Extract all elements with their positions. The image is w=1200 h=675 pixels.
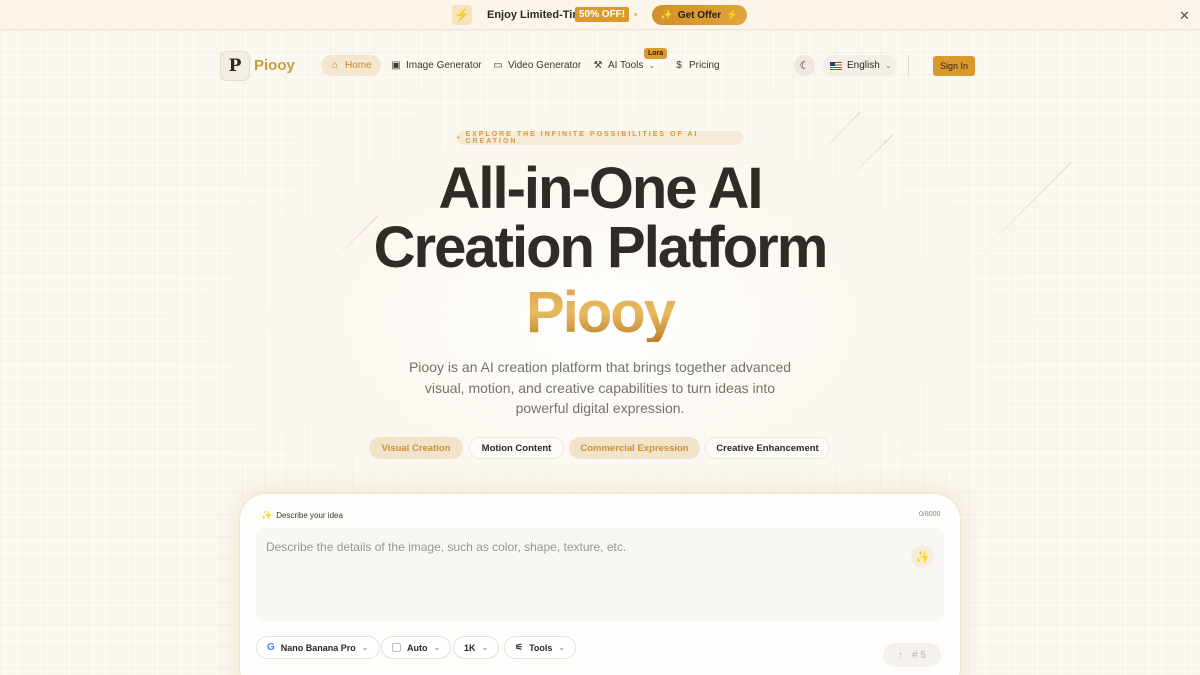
chevron-down-icon: ⌄ bbox=[433, 643, 441, 652]
promo-text: Enjoy Limited-Time bbox=[487, 9, 589, 21]
us-flag-icon bbox=[830, 61, 842, 70]
language-label: English bbox=[847, 60, 880, 71]
get-offer-button[interactable]: ✨ Get Offer ⚡ bbox=[652, 5, 747, 25]
sparkle-icon: ✨ bbox=[660, 9, 673, 21]
chip-motion-content[interactable]: Motion Content bbox=[469, 437, 564, 459]
promo-bar: ⚡ Enjoy Limited-Time 50% OFF! ✨ Get Offe… bbox=[0, 0, 1200, 30]
google-icon: G bbox=[267, 642, 275, 653]
moon-icon: ☾ bbox=[799, 60, 810, 72]
model-label: Nano Banana Pro bbox=[280, 642, 356, 653]
sparkle-icon: ✨ bbox=[261, 510, 273, 520]
aspect-ratio-selector[interactable]: Auto ⌄ bbox=[381, 636, 452, 659]
get-offer-label: Get Offer bbox=[677, 9, 722, 21]
sliders-icon: ⚟ bbox=[515, 642, 524, 652]
theme-toggle-button[interactable]: ☾ bbox=[794, 55, 815, 76]
character-count: 0/8000 bbox=[919, 511, 941, 518]
nav-pricing[interactable]: $ Pricing bbox=[665, 55, 729, 76]
logo-mark[interactable]: P bbox=[220, 51, 250, 81]
nav-label: Image Generator bbox=[406, 60, 482, 71]
tools-label: Tools bbox=[529, 642, 553, 653]
chevron-down-icon: ⌄ bbox=[481, 643, 489, 652]
lightning-icon: ⚡ bbox=[452, 5, 472, 25]
resolution-label: 1K bbox=[464, 642, 476, 653]
logo-text[interactable]: Piooy bbox=[254, 57, 295, 74]
dot-icon: • bbox=[457, 134, 462, 142]
chevron-down-icon: ⌄ bbox=[558, 643, 566, 652]
promo-separator bbox=[634, 13, 637, 16]
resolution-selector[interactable]: 1K ⌄ bbox=[453, 636, 500, 659]
hero-title-line-1: All-in-One AI bbox=[438, 156, 763, 221]
sign-in-button[interactable]: Sign In bbox=[933, 56, 975, 76]
nav-image-generator[interactable]: ▣ Image Generator bbox=[382, 55, 491, 76]
wrench-icon: ⚒ bbox=[593, 60, 603, 71]
hero-eyebrow: • EXPLORE THE INFINITE POSSIBILITIES OF … bbox=[457, 131, 743, 145]
eyebrow-text: EXPLORE THE INFINITE POSSIBILITIES OF AI… bbox=[465, 131, 699, 145]
nav-label: Pricing bbox=[689, 60, 720, 71]
chevron-down-icon: ⌄ bbox=[361, 643, 369, 652]
lora-badge: Lora bbox=[644, 48, 668, 59]
language-selector[interactable]: English ⌄ bbox=[823, 55, 897, 76]
nav-divider bbox=[908, 55, 909, 76]
enhance-prompt-button[interactable]: ✨ bbox=[911, 545, 934, 568]
home-icon: ⌂ bbox=[331, 60, 339, 71]
sparkle-icon: ✨ bbox=[915, 549, 930, 564]
hero-brand-name: Piooy bbox=[0, 284, 1200, 342]
image-icon: ▣ bbox=[391, 60, 401, 71]
lightning-icon: ⚡ bbox=[726, 9, 739, 21]
nav-label: AI Tools bbox=[608, 60, 644, 71]
dollar-icon: $ bbox=[676, 60, 682, 71]
prompt-label-text: Describe your idea bbox=[276, 511, 343, 520]
hero-description: Piooy is an AI creation platform that br… bbox=[408, 359, 792, 416]
prompt-label: ✨ Describe your idea bbox=[261, 510, 343, 521]
hero-title-line-2: Creation Platform bbox=[373, 215, 829, 280]
chevron-down-icon: ⌄ bbox=[648, 61, 656, 70]
aspect-ratio-icon bbox=[392, 643, 401, 652]
close-icon[interactable]: ✕ bbox=[1179, 8, 1190, 24]
model-selector[interactable]: G Nano Banana Pro ⌄ bbox=[256, 636, 380, 659]
tools-selector[interactable]: ⚟ Tools ⌄ bbox=[504, 636, 577, 659]
hash-icon: # bbox=[912, 649, 918, 661]
aspect-label: Auto bbox=[407, 642, 428, 653]
chip-commercial-expression[interactable]: Commercial Expression bbox=[569, 437, 700, 459]
chip-creative-enhancement[interactable]: Creative Enhancement bbox=[705, 437, 830, 459]
nav-home[interactable]: ⌂ Home bbox=[321, 55, 381, 76]
video-icon: ▭ bbox=[493, 60, 503, 71]
generate-button[interactable]: ↑ # 5 bbox=[883, 643, 941, 667]
credits-value: 5 bbox=[920, 649, 926, 661]
nav-label: Home bbox=[345, 60, 372, 71]
arrow-up-icon: ↑ bbox=[898, 649, 904, 661]
nav-label: Video Generator bbox=[508, 60, 582, 71]
prompt-placeholder: Describe the details of the image, such … bbox=[266, 540, 627, 554]
chevron-down-icon: ⌄ bbox=[884, 61, 892, 70]
chip-visual-creation[interactable]: Visual Creation bbox=[369, 437, 463, 459]
discount-badge: 50% OFF! bbox=[575, 7, 630, 22]
credits-indicator: # 5 bbox=[912, 650, 926, 661]
nav-video-generator[interactable]: ▭ Video Generator bbox=[484, 55, 590, 76]
